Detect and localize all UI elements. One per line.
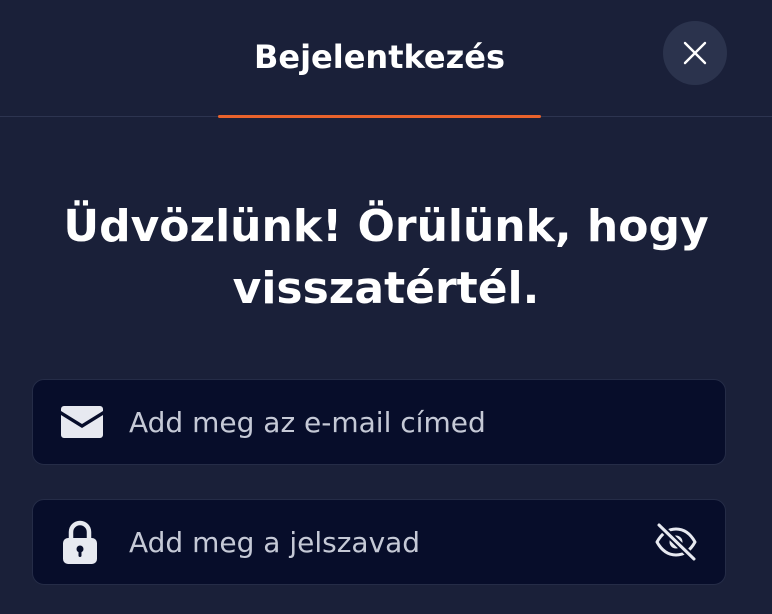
modal-header: Bejelentkezés [0, 0, 772, 118]
password-field[interactable] [32, 499, 726, 585]
welcome-heading: Üdvözlünk! Örülünk, hogy visszatértél. [30, 196, 742, 320]
login-modal: Bejelentkezés Üdvözlünk! Örülünk, hogy v… [0, 0, 772, 614]
tab-login[interactable]: Bejelentkezés [218, 0, 541, 118]
close-button[interactable] [663, 21, 727, 85]
welcome-line-2: visszatértél. [232, 263, 540, 314]
email-input[interactable] [129, 380, 629, 464]
tab-login-label: Bejelentkezés [253, 37, 505, 76]
email-field[interactable] [32, 379, 726, 465]
lock-icon [63, 520, 97, 564]
active-tab-indicator [218, 115, 541, 118]
welcome-line-1: Üdvözlünk! Örülünk, hogy [63, 201, 709, 252]
password-visibility-toggle[interactable] [653, 519, 699, 565]
close-icon [683, 41, 707, 65]
eye-slash-icon [655, 522, 698, 562]
envelope-icon [61, 406, 103, 438]
password-input[interactable] [129, 500, 629, 584]
